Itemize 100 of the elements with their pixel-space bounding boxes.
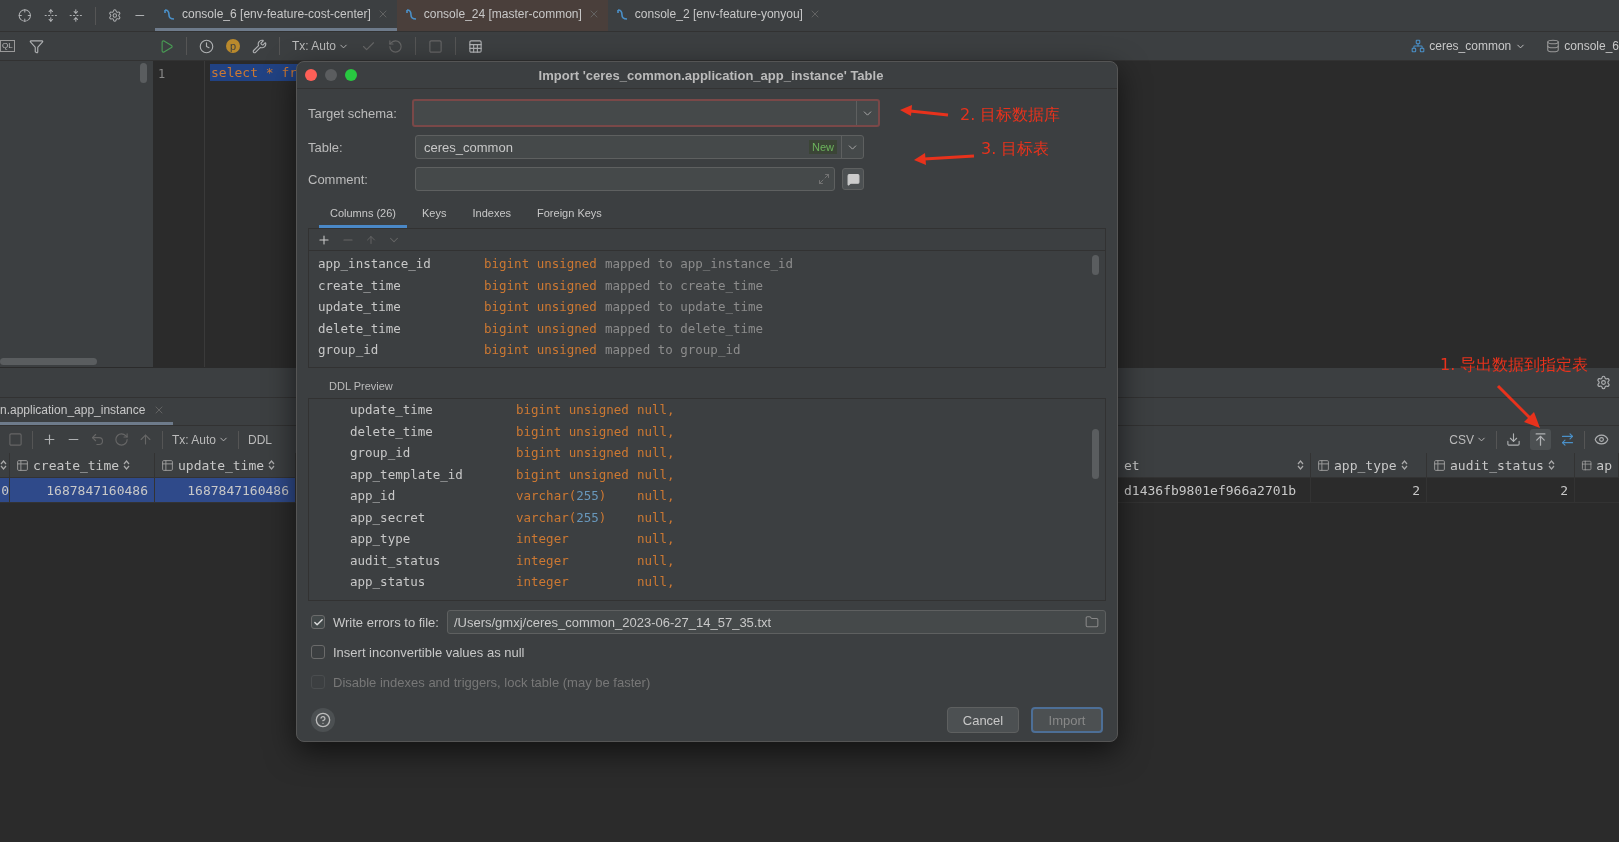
field-label: Comment: (308, 171, 369, 187)
sort-icon[interactable] (123, 460, 131, 470)
session-icon (1546, 39, 1561, 53)
console-icon (163, 7, 176, 21)
minimize-button[interactable] (325, 69, 337, 81)
view-icon[interactable] (1594, 432, 1609, 447)
table-cell: 2 (1311, 478, 1427, 502)
ddl-line: app_id varchar(255) null, (349, 487, 676, 506)
column-mapping-row[interactable]: delete_time bigint unsigned mapped to delete_time (309, 317, 1105, 339)
upload-icon (1533, 432, 1548, 447)
download-icon[interactable] (1506, 432, 1521, 447)
column-header[interactable]: ap (1575, 453, 1619, 477)
new-tag: New (809, 140, 837, 154)
arrow-icon (912, 150, 976, 168)
editor-tab[interactable]: console_24 [master-common] (396, 0, 608, 31)
sort-icon[interactable] (1547, 460, 1555, 470)
console-icon (404, 7, 418, 21)
editor-tab[interactable]: console_2 [env-feature-yonyou] (607, 0, 829, 31)
scrollbar-thumb[interactable] (0, 358, 97, 365)
transaction-mode-dropdown[interactable]: Tx: Auto (292, 39, 350, 53)
zoom-button[interactable] (345, 69, 357, 81)
add-icon[interactable] (317, 232, 331, 247)
ddl-line: update_time bigint unsigned null, (349, 401, 676, 420)
column-icon (16, 458, 29, 472)
ddl-line: audit_status integer null, (349, 551, 676, 570)
sql-badge[interactable]: QL (0, 40, 15, 52)
transaction-mode-dropdown[interactable]: Tx: Auto (172, 432, 230, 447)
ddl-line: app_type integer null, (349, 530, 676, 549)
run-icon[interactable] (159, 38, 174, 54)
settings-icon[interactable] (1596, 375, 1611, 390)
section-title: DDL Preview (328, 379, 394, 394)
dialog-title: Import 'ceres_common.application_app_instance' Table (537, 67, 885, 83)
arrow-icon (1496, 384, 1542, 430)
profile-badge[interactable]: p (226, 39, 240, 53)
column-header[interactable] (0, 453, 10, 477)
sort-icon[interactable] (1400, 460, 1408, 470)
checkbox-label: Write errors to file: (333, 614, 439, 630)
session-dropdown[interactable]: console_6 (1546, 39, 1619, 53)
ddl-line: group_id bigint unsigned null, (349, 444, 676, 463)
submit-icon[interactable] (138, 432, 153, 447)
sort-icon[interactable] (0, 460, 7, 470)
history-icon[interactable] (199, 38, 214, 54)
column-mapping-row[interactable]: create_time bigint unsigned mapped to create_time (309, 274, 1105, 296)
export-format-dropdown[interactable]: CSV (1449, 432, 1487, 447)
dialog-tab[interactable]: Keys (411, 203, 458, 228)
table-icon[interactable] (468, 38, 484, 54)
dialog-tab[interactable]: Foreign Keys (526, 203, 613, 228)
sort-icon[interactable] (268, 460, 276, 470)
expand-icon[interactable] (43, 8, 58, 23)
wrench-icon[interactable] (252, 38, 267, 54)
close-button[interactable] (305, 69, 317, 81)
column-icon (1433, 458, 1446, 472)
stop-icon[interactable] (428, 38, 444, 54)
column-mapping-row[interactable]: update_time bigint unsigned mapped to update_time (309, 296, 1105, 318)
import-button[interactable] (1530, 429, 1551, 450)
help-button[interactable] (311, 708, 335, 732)
column-icon (1581, 458, 1593, 472)
column-icon (161, 458, 174, 472)
comment-field[interactable] (415, 167, 835, 191)
dialog-tab[interactable]: Indexes (461, 203, 523, 228)
comment-icon (846, 172, 860, 186)
checkbox[interactable] (311, 615, 325, 629)
schema-field[interactable] (412, 99, 880, 127)
field-label: Target schema: (308, 105, 398, 121)
annotation-text: 2. 目标数据库 (960, 105, 1061, 126)
dialog-button[interactable]: Cancel (947, 707, 1019, 733)
table-cell: 1687847160486 (10, 478, 155, 502)
checkbox[interactable] (311, 645, 325, 659)
console-icon (615, 7, 629, 21)
sort-icon[interactable] (1297, 460, 1304, 470)
filter-icon[interactable] (28, 38, 44, 54)
scrollbar-thumb[interactable] (1092, 429, 1099, 479)
folder-icon[interactable] (1085, 615, 1099, 629)
ddl-line: app_secret varchar(255) null, (349, 508, 676, 527)
redo-icon[interactable] (114, 432, 129, 447)
undo-icon[interactable] (90, 432, 105, 447)
column-header[interactable]: app_type (1311, 453, 1427, 477)
scrollbar-thumb[interactable] (140, 63, 147, 83)
table-field[interactable]: ceres_common New (415, 135, 864, 159)
settings-icon[interactable] (107, 8, 122, 23)
column-header[interactable]: create_time (10, 453, 155, 477)
comment-button[interactable] (842, 168, 864, 190)
compare-icon[interactable] (1560, 432, 1575, 447)
ddl-button[interactable]: DDL (248, 432, 273, 447)
table-cell: 2 (1427, 478, 1575, 502)
column-header[interactable]: audit_status (1427, 453, 1575, 477)
line-number: 1 (158, 67, 167, 81)
ddl-line: delete_time bigint unsigned null, (349, 422, 676, 441)
column-icon (1317, 458, 1330, 472)
file-path-field[interactable]: /Users/gmxj/ceres_common_2023-06-27_14_57_35.txt (446, 610, 1106, 634)
schema-dropdown[interactable]: ceres_common (1411, 39, 1527, 53)
column-mapping-row[interactable]: app_instance_id bigint unsigned mapped to app_instance_id (309, 253, 1105, 275)
help-icon (315, 712, 331, 728)
target-icon[interactable] (18, 8, 32, 23)
collapse-icon[interactable] (69, 8, 83, 23)
rollback-icon[interactable] (388, 38, 404, 54)
column-mapping-row[interactable]: group_id bigint unsigned mapped to group_id (309, 339, 1105, 361)
add-row-icon[interactable] (42, 432, 57, 447)
ddl-line: app_template_id bigint unsigned null, (349, 465, 676, 484)
scrollbar-thumb[interactable] (1092, 255, 1099, 275)
